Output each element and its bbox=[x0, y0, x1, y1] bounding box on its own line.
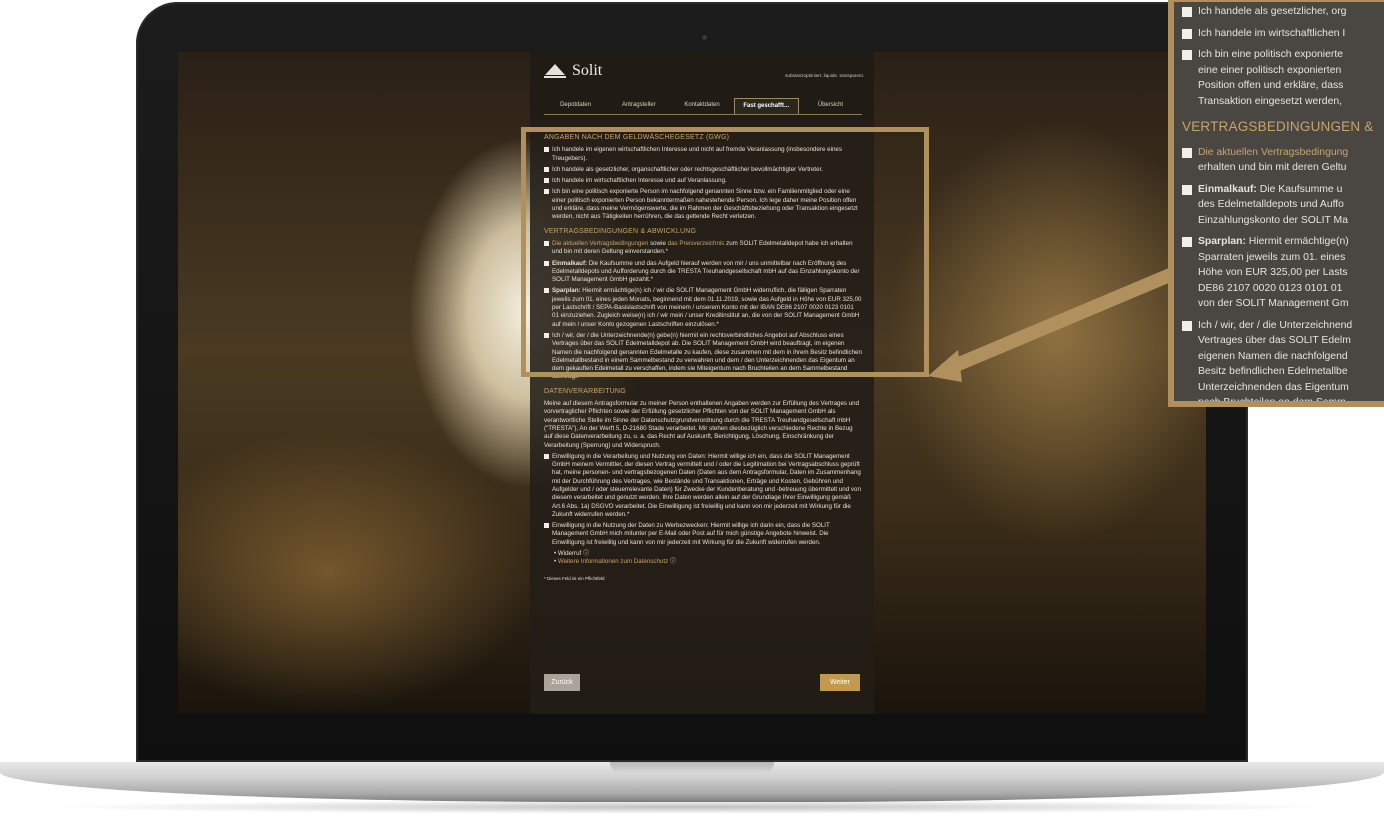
zoom-item: Ich bin eine politisch exponierte eine e… bbox=[1182, 47, 1384, 109]
zoom-line: Ich bin eine politisch exponierte bbox=[1198, 49, 1343, 60]
zoom-callout: Ich handele als gesetzlicher, org Ich ha… bbox=[1168, 0, 1384, 407]
zoom-line: Vertrages über das SOLIT Edelm bbox=[1198, 335, 1351, 346]
zoom-item: Sparplan: Hiermit ermächtige(n) Sparrate… bbox=[1182, 234, 1384, 312]
zoom-text: Ich handele als gesetzlicher, org bbox=[1198, 6, 1347, 17]
zoom-item: Ich handele im wirtschaftlichen I bbox=[1182, 26, 1384, 42]
zoom-line: Unterzeichnenden das Eigentum bbox=[1198, 381, 1349, 393]
checkbox bbox=[1182, 237, 1192, 247]
checkbox bbox=[1182, 147, 1192, 158]
zoom-text: Hiermit ermächtige(n) bbox=[1245, 236, 1349, 247]
zoom-text-block: Ich bin eine politisch exponierte eine e… bbox=[1198, 47, 1343, 109]
zoom-line: Sparraten jeweils zum 01. eines bbox=[1198, 251, 1346, 263]
zoom-line: eine einer politisch exponierten bbox=[1198, 64, 1342, 76]
checkbox bbox=[1182, 28, 1192, 39]
zoom-inner: Ich handele als gesetzlicher, org Ich ha… bbox=[1182, 4, 1384, 407]
checkbox bbox=[1182, 320, 1192, 331]
zoom-text-block: Die aktuellen Vertragsbedingung erhalten… bbox=[1198, 145, 1348, 176]
zoom-line: Ich / wir, der / die Unterzeichnend bbox=[1198, 319, 1353, 331]
zoom-line: eigenen Namen die nachfolgend bbox=[1198, 350, 1348, 362]
zoom-line: erhalten und bin mit deren Geltu bbox=[1198, 162, 1347, 173]
zoom-line: Die aktuellen Vertragsbedingung bbox=[1198, 146, 1349, 158]
zoom-item: Die aktuellen Vertragsbedingung erhalten… bbox=[1182, 145, 1384, 176]
checkbox bbox=[1182, 50, 1192, 60]
zoom-line: des Edelmetalldepots und Auffo bbox=[1198, 199, 1344, 210]
zoom-line: Sparplan: Hiermit ermächtige(n) bbox=[1198, 234, 1349, 250]
zoom-item: Einmalkauf: Die Kaufsumme u des Edelmeta… bbox=[1182, 182, 1384, 229]
zoom-text: Die Kaufsumme u bbox=[1256, 183, 1343, 195]
zoom-line: nach Bruchteilen an dem Samm bbox=[1198, 397, 1346, 407]
laptop-notch bbox=[610, 762, 774, 774]
zoom-line: Besitz befindlichen Edelmetallbe bbox=[1198, 366, 1348, 377]
zoom-line: DE86 2107 0020 0123 0101 01 bbox=[1198, 282, 1343, 294]
zoom-line: Einmalkauf: Die Kaufsumme u bbox=[1198, 182, 1348, 198]
checkbox bbox=[1182, 7, 1192, 17]
zoom-text-block: Einmalkauf: Die Kaufsumme u des Edelmeta… bbox=[1198, 182, 1348, 229]
zoom-text-block: Ich / wir, der / die Unterzeichnend Vert… bbox=[1198, 318, 1353, 407]
zoom-line: Einzahlungskonto der SOLIT Ma bbox=[1198, 214, 1348, 226]
zoom-section-title: VERTRAGSBEDINGUNGEN & bbox=[1182, 119, 1374, 134]
zoom-text: Ich handele im wirtschaftlichen I bbox=[1198, 27, 1346, 39]
zoom-line: Transaktion eingesetzt werden, bbox=[1198, 95, 1343, 107]
zoom-item: Ich / wir, der / die Unterzeichnend Vert… bbox=[1182, 318, 1384, 407]
zoom-item: Ich handele als gesetzlicher, org bbox=[1182, 4, 1384, 20]
zoom-line: Position offen und erkläre, dass bbox=[1198, 80, 1344, 91]
laptop-shadow bbox=[40, 800, 1340, 814]
bold-label: Sparplan: bbox=[1198, 236, 1246, 247]
zoom-text-block: Sparplan: Hiermit ermächtige(n) Sparrate… bbox=[1198, 234, 1349, 312]
zoom-line: von der SOLIT Management Gm bbox=[1198, 298, 1349, 309]
checkbox bbox=[1182, 184, 1192, 195]
zoom-line: Höhe von EUR 325,00 per Lasts bbox=[1198, 267, 1348, 278]
bold-label: Einmalkauf: bbox=[1198, 183, 1257, 195]
